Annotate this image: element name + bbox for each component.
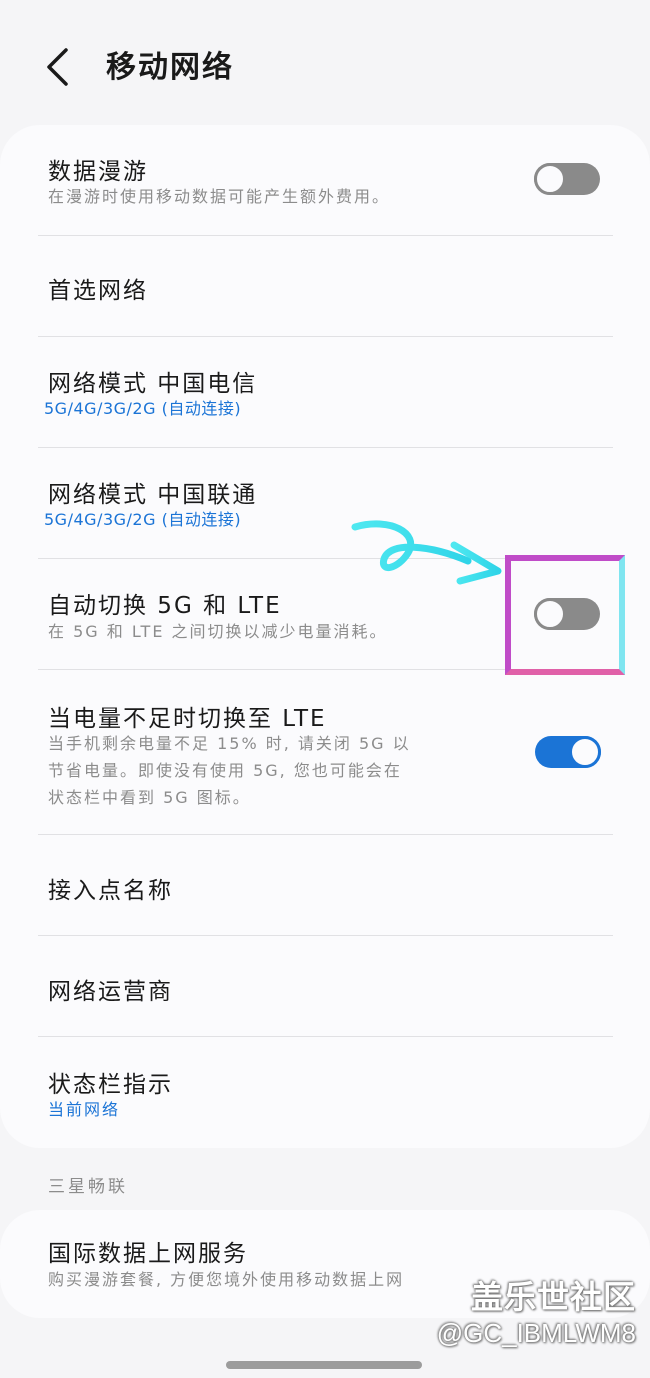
low-battery-lte-description-line1: 当手机剩余电量不足 15% 时, 请关闭 5G 以 — [48, 734, 411, 753]
network-mode-telecom-row[interactable]: 网络模式 中国电信 5G/4G/3G/2G (自动连接) — [0, 337, 650, 447]
status-bar-indicator-value: 当前网络 — [48, 1100, 121, 1119]
toggle-knob — [534, 163, 566, 195]
international-data-service-description: 购买漫游套餐, 方便您境外使用移动数据上网 — [48, 1270, 405, 1289]
low-battery-lte-description-line2: 节省电量。即使没有使用 5G, 您也可能会在 — [48, 761, 402, 780]
low-battery-lte-title: 当电量不足时切换至 LTE — [48, 706, 327, 732]
watermark-handle: @GC_IBMLWM8 — [436, 1318, 636, 1348]
network-operators-title: 网络运营商 — [48, 979, 173, 1005]
network-mode-unicom-row[interactable]: 网络模式 中国联通 5G/4G/3G/2G (自动连接) — [0, 448, 650, 558]
network-mode-unicom-value: 5G/4G/3G/2G (自动连接) — [44, 510, 242, 529]
data-roaming-title: 数据漫游 — [48, 159, 148, 185]
page-title: 移动网络 — [106, 50, 234, 85]
low-battery-lte-toggle[interactable] — [535, 736, 601, 768]
home-indicator[interactable] — [226, 1361, 422, 1369]
auto-switch-5g-lte-description: 在 5G 和 LTE 之间切换以减少电量消耗。 — [48, 622, 388, 641]
status-bar-indicator-title: 状态栏指示 — [48, 1072, 173, 1098]
data-roaming-toggle[interactable] — [534, 163, 600, 195]
network-mode-unicom-title: 网络模式 中国联通 — [48, 482, 258, 508]
top-bar: 移动网络 — [0, 0, 650, 125]
low-battery-lte-row[interactable]: 当电量不足时切换至 LTE 当手机剩余电量不足 15% 时, 请关闭 5G 以 … — [0, 670, 650, 834]
data-roaming-row[interactable]: 数据漫游 在漫游时使用移动数据可能产生额外费用。 — [0, 125, 650, 235]
auto-switch-5g-lte-title: 自动切换 5G 和 LTE — [48, 593, 282, 619]
network-mode-telecom-value: 5G/4G/3G/2G (自动连接) — [44, 399, 242, 418]
preferred-network-title: 首选网络 — [48, 278, 148, 304]
network-mode-telecom-title: 网络模式 中国电信 — [48, 371, 258, 397]
annotation-highlight-box — [505, 555, 625, 675]
international-data-service-title: 国际数据上网服务 — [48, 1241, 248, 1267]
toggle-knob — [569, 736, 601, 768]
watermark-community: 盖乐世社区 — [470, 1279, 636, 1315]
back-arrow-icon — [47, 48, 68, 86]
data-roaming-description: 在漫游时使用移动数据可能产生额外费用。 — [48, 187, 391, 206]
section-label: 三星畅联 — [48, 1177, 128, 1197]
network-operators-row[interactable]: 网络运营商 — [0, 936, 650, 1036]
preferred-network-row[interactable]: 首选网络 — [0, 236, 650, 336]
annotation-arrow-icon — [351, 520, 502, 585]
status-bar-indicator-row[interactable]: 状态栏指示 当前网络 — [0, 1037, 650, 1147]
low-battery-lte-description-line3: 状态栏中看到 5G 图标。 — [48, 788, 251, 807]
back-button[interactable] — [38, 40, 82, 94]
access-point-names-title: 接入点名称 — [48, 878, 173, 904]
access-point-names-row[interactable]: 接入点名称 — [0, 835, 650, 935]
